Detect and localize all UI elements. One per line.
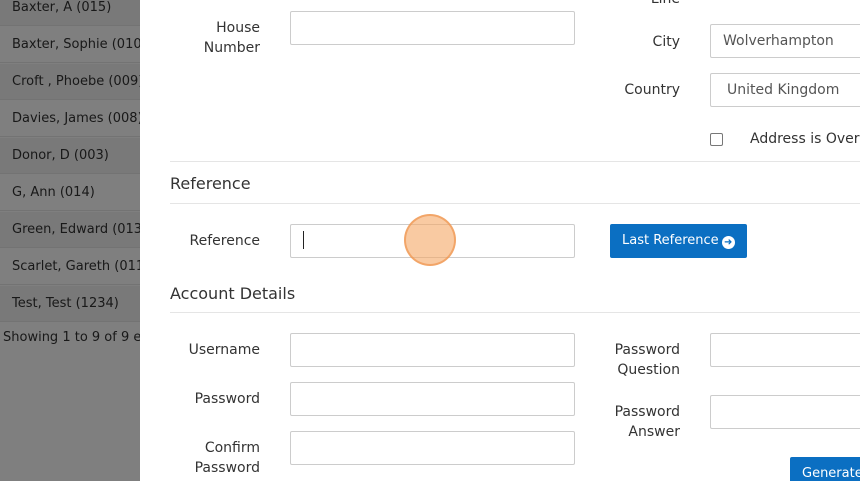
username-input[interactable] xyxy=(290,333,575,367)
edit-donor-modal: House Number Line City Country Address i… xyxy=(140,0,860,481)
password-answer-input[interactable] xyxy=(710,395,860,429)
section-divider xyxy=(170,203,860,204)
last-reference-label: Last Reference xyxy=(622,233,719,248)
confirm-password-input[interactable] xyxy=(290,431,575,465)
city-input[interactable] xyxy=(710,24,860,58)
country-label: Country xyxy=(624,82,680,98)
reference-label: Reference xyxy=(189,233,261,249)
address-overseas-label: Address is Overse xyxy=(750,131,860,147)
password-input[interactable] xyxy=(290,382,575,416)
city-label: City xyxy=(652,34,680,50)
address-overseas-checkbox[interactable] xyxy=(710,133,723,146)
section-divider xyxy=(170,312,860,313)
username-label: Username xyxy=(188,342,260,358)
confirm-password-label: Confirm Password xyxy=(194,440,260,476)
password-label: Password xyxy=(194,391,260,407)
password-question-label: Password Question xyxy=(614,342,680,378)
house-number-input[interactable] xyxy=(290,11,575,45)
section-divider xyxy=(170,161,860,162)
address-line-label: Line xyxy=(580,0,680,9)
country-select[interactable] xyxy=(710,73,860,107)
house-number-label: House Number xyxy=(203,20,260,56)
click-indicator xyxy=(404,214,456,266)
generate-button[interactable]: Generate xyxy=(790,457,860,481)
arrow-right-circle-icon: ➜ xyxy=(721,236,735,249)
last-reference-button[interactable]: Last Reference ➜ xyxy=(610,224,747,258)
text-cursor xyxy=(303,231,304,249)
reference-section-title: Reference xyxy=(170,174,251,193)
password-answer-label: Password Answer xyxy=(614,404,680,440)
password-question-input[interactable] xyxy=(710,333,860,367)
account-section-title: Account Details xyxy=(170,284,296,303)
